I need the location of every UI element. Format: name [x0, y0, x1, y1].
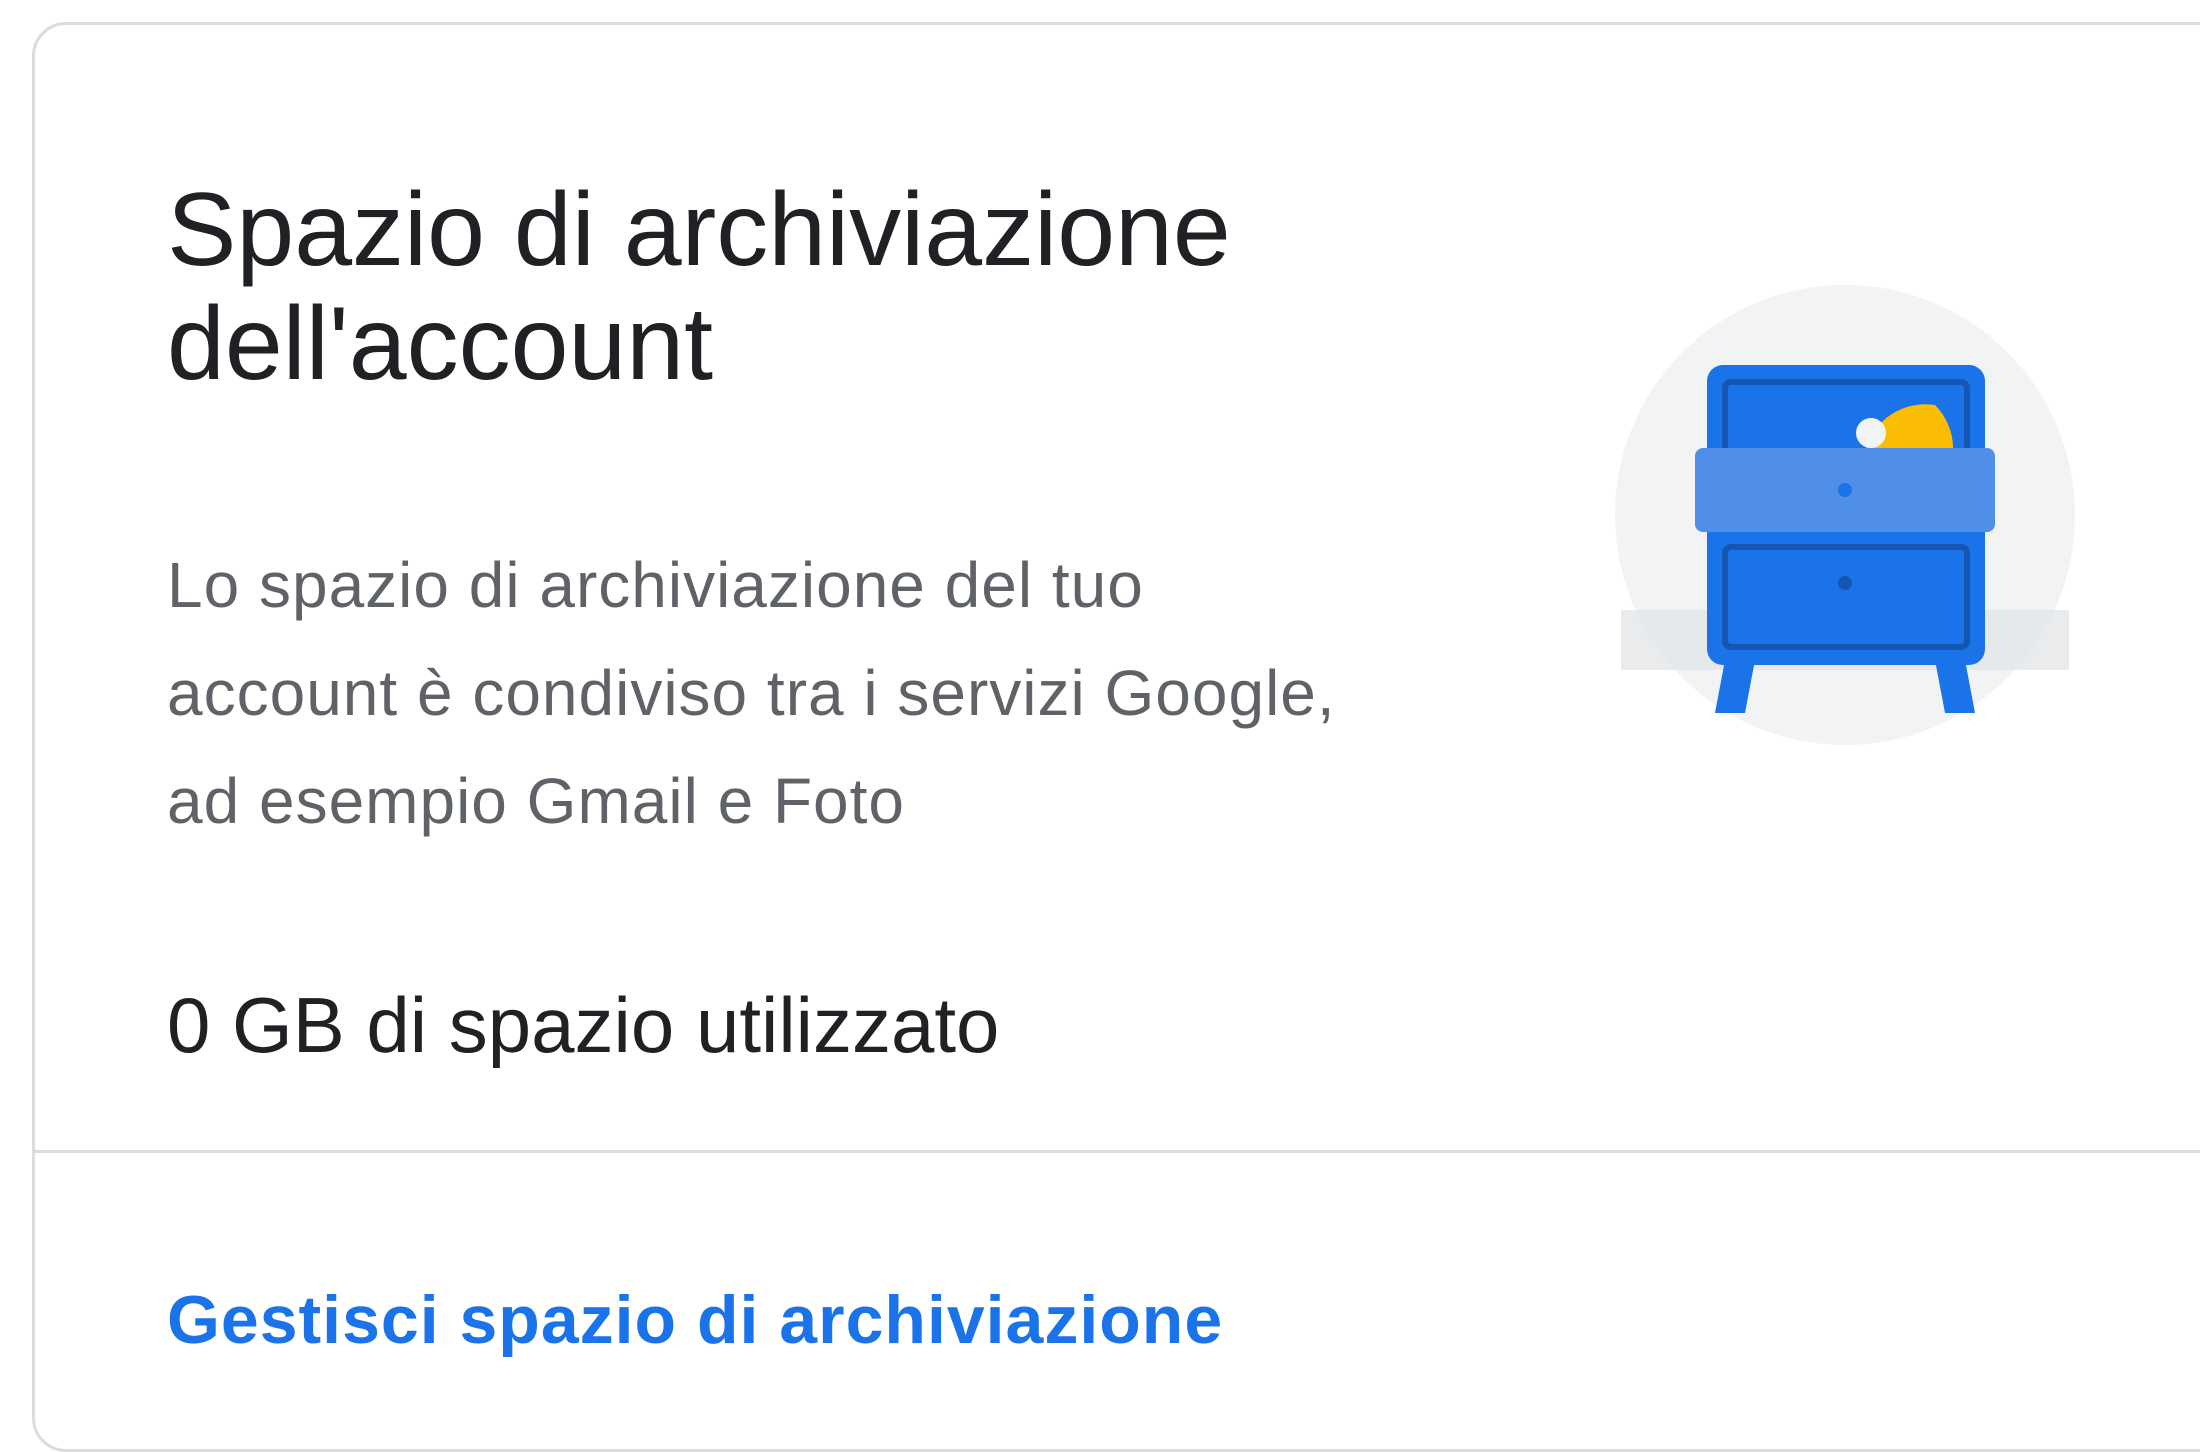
storage-card: Spazio di archiviazione dell'account Lo … — [32, 22, 2200, 1452]
card-divider — [35, 1150, 2200, 1153]
drawer-cabinet-icon — [1595, 265, 2095, 765]
storage-usage: 0 GB di spazio utilizzato — [167, 981, 1000, 1069]
card-title: Spazio di archiviazione dell'account — [167, 172, 1231, 402]
card-description: Lo spazio di archiviazione del tuo accou… — [167, 549, 1336, 837]
manage-storage-link[interactable]: Gestisci spazio di archiviazione — [167, 1275, 1223, 1365]
